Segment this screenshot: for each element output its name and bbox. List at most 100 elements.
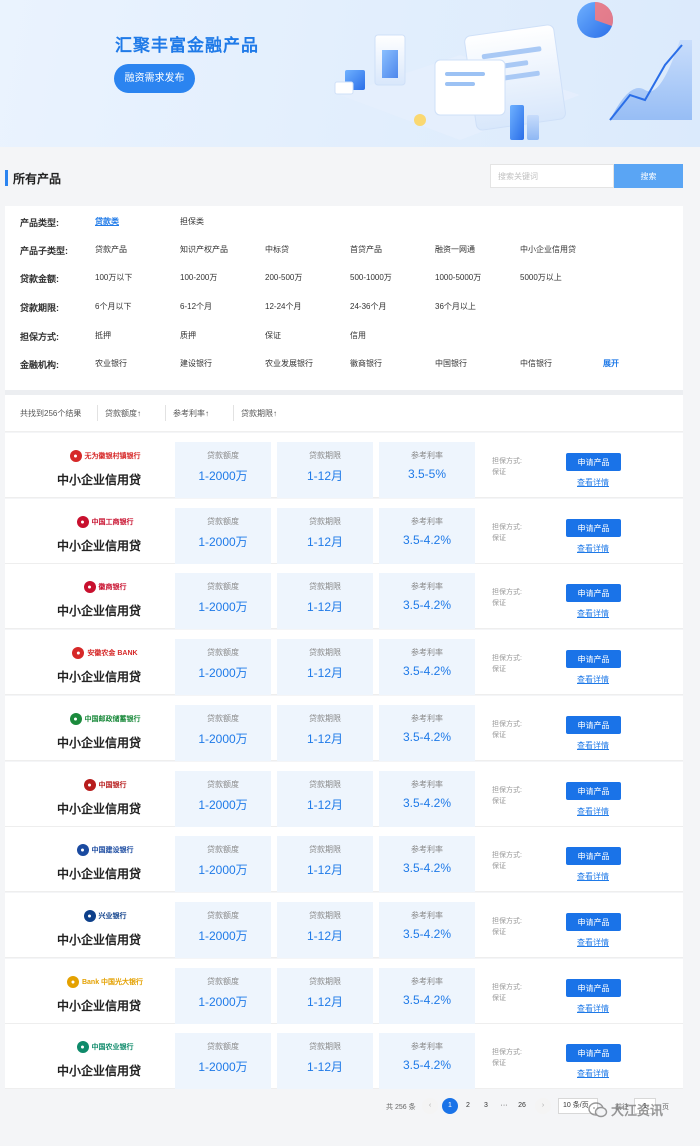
filter-option[interactable]: 知识产权产品	[180, 244, 228, 255]
apply-product-button[interactable]: 申请产品	[566, 979, 621, 997]
apply-product-button[interactable]: 申请产品	[566, 782, 621, 800]
filter-panel: 产品类型: 贷款类 担保类 产品子类型: 贷款产品 知识产权产品 中标贷 首贷产品 融资一网通中…	[5, 206, 683, 390]
view-detail-link[interactable]: 查看详情	[577, 1003, 609, 1014]
filter-option[interactable]: 农业银行	[95, 358, 127, 369]
bank-name: 兴业银行	[98, 913, 127, 920]
view-detail-link[interactable]: 查看详情	[577, 608, 609, 619]
section-accent-bar	[5, 170, 8, 186]
rate-label: 参考利率	[411, 582, 443, 591]
search-input[interactable]	[490, 164, 614, 188]
filter-option[interactable]: 贷款产品	[95, 244, 127, 255]
guarantee-label: 担保方式:	[492, 787, 522, 794]
filter-option[interactable]: 100万以下	[95, 272, 132, 283]
filter-option[interactable]: 农业发展银行	[265, 358, 313, 369]
filter-option[interactable]: 36个月以上	[435, 301, 476, 312]
filter-option[interactable]: 贷款类	[95, 216, 119, 227]
view-detail-link[interactable]: 查看详情	[577, 806, 609, 817]
view-detail-link[interactable]: 查看详情	[577, 937, 609, 948]
finance-illustration	[334, 1, 692, 140]
apply-product-button[interactable]: 申请产品	[566, 1044, 621, 1062]
apply-product-button[interactable]: 申请产品	[566, 519, 621, 537]
banner: 汇聚丰富金融产品 融资需求发布	[0, 0, 700, 147]
bank-logo-icon: ●	[69, 713, 82, 725]
prev-page-button[interactable]: ‹	[422, 1098, 438, 1114]
view-detail-link[interactable]: 查看详情	[577, 674, 609, 685]
result-count: 共找到256个结果	[20, 409, 82, 418]
filter-option[interactable]: 24-36个月	[350, 301, 386, 312]
filter-option[interactable]: 担保类	[180, 216, 204, 227]
bank-logo-icon: ●	[76, 516, 89, 528]
sort-amount[interactable]: 贷款额度↑	[105, 408, 141, 419]
view-detail-link[interactable]: 查看详情	[577, 871, 609, 882]
watermark: 大江资讯	[588, 1100, 663, 1119]
guarantee-info: 担保方式: 保证	[492, 982, 522, 1004]
search-button[interactable]: 搜索	[614, 164, 683, 188]
publish-demand-button[interactable]: 融资需求发布	[114, 64, 195, 93]
guarantee-value: 保证	[492, 1060, 506, 1067]
view-detail-link[interactable]: 查看详情	[577, 477, 609, 488]
term-cell: 贷款期限 1-12月	[277, 836, 373, 892]
filter-option[interactable]: 建设银行	[180, 358, 212, 369]
amount-label: 贷款额度	[207, 845, 239, 854]
filter-option[interactable]: 12-24个月	[265, 301, 301, 312]
wechat-icon	[588, 1101, 608, 1117]
filter-option[interactable]: 融资一网通	[435, 244, 475, 255]
filter-option[interactable]: 中小企业信用贷	[520, 244, 576, 255]
filter-option[interactable]: 6个月以下	[95, 301, 131, 312]
bank-name: 中国邮政储蓄银行	[84, 716, 141, 723]
amount-cell: 贷款额度 1-2000万	[175, 573, 271, 629]
product-name: 中小企业信用贷	[57, 867, 142, 881]
pagination-total: 共 256 条	[386, 1104, 416, 1111]
guarantee-label: 担保方式:	[492, 984, 522, 991]
view-detail-link[interactable]: 查看详情	[577, 1068, 609, 1079]
filter-option[interactable]: 保证	[265, 330, 281, 341]
filter-option[interactable]: 100-200万	[180, 272, 217, 283]
page-1[interactable]: 1	[442, 1098, 458, 1114]
guarantee-value: 保证	[492, 600, 506, 607]
filter-option[interactable]: 信用	[350, 330, 366, 341]
filter-option[interactable]: 首贷产品	[350, 244, 382, 255]
view-detail-link[interactable]: 查看详情	[577, 740, 609, 751]
rate-value: 3.5-4.2%	[402, 664, 452, 678]
term-value: 1-12月	[306, 600, 344, 614]
apply-product-button[interactable]: 申请产品	[566, 847, 621, 865]
expand-button[interactable]: 展开	[603, 358, 619, 369]
filter-row: 产品子类型: 贷款产品 知识产权产品 中标贷 首贷产品 融资一网通 中小企业信用贷	[5, 244, 683, 260]
rate-value: 3.5-4.2%	[402, 533, 452, 547]
apply-product-button[interactable]: 申请产品	[566, 453, 621, 471]
product-row: ● 兴业银行 中小企业信用贷 贷款额度 1-2000万 贷款期限 1-12月 参考利率 3.5-…	[5, 893, 683, 958]
apply-product-button[interactable]: 申请产品	[566, 650, 621, 668]
amount-value: 1-2000万	[198, 535, 248, 549]
amount-label: 贷款额度	[207, 451, 239, 460]
filter-option[interactable]: 200-500万	[265, 272, 302, 283]
filter-option[interactable]: 中标贷	[265, 244, 289, 255]
bank-logo-icon: ●	[83, 581, 96, 593]
term-value: 1-12月	[306, 1060, 344, 1074]
filter-option[interactable]: 中信银行	[520, 358, 552, 369]
page-2[interactable]: 2	[460, 1098, 476, 1114]
filter-label: 产品类型:	[20, 218, 59, 228]
filter-option[interactable]: 5000万以上	[520, 272, 562, 283]
product-name: 中小企业信用贷	[57, 473, 142, 487]
apply-product-button[interactable]: 申请产品	[566, 913, 621, 931]
page-3[interactable]: 3	[478, 1098, 494, 1114]
filter-option[interactable]: 中国银行	[435, 358, 467, 369]
view-detail-link[interactable]: 查看详情	[577, 543, 609, 554]
next-page-button[interactable]: ›	[535, 1098, 551, 1114]
sort-term[interactable]: 贷款期限↑	[241, 408, 277, 419]
page-26[interactable]: 26	[514, 1098, 530, 1114]
apply-product-button[interactable]: 申请产品	[566, 584, 621, 602]
page-ellipsis[interactable]: ···	[496, 1098, 512, 1114]
filter-option[interactable]: 抵押	[95, 330, 111, 341]
filter-option[interactable]: 6-12个月	[180, 301, 212, 312]
filter-option[interactable]: 徽商银行	[350, 358, 382, 369]
filter-option[interactable]: 质押	[180, 330, 196, 341]
bank-logo: ● 安徽农金 BANK	[60, 644, 150, 662]
product-name: 中小企业信用贷	[57, 1064, 142, 1078]
filter-option[interactable]: 1000-5000万	[435, 272, 481, 283]
rate-cell: 参考利率 3.5-4.2%	[379, 573, 475, 629]
product-name: 中小企业信用贷	[57, 736, 142, 750]
sort-rate[interactable]: 参考利率↑	[173, 408, 209, 419]
apply-product-button[interactable]: 申请产品	[566, 716, 621, 734]
filter-option[interactable]: 500-1000万	[350, 272, 392, 283]
